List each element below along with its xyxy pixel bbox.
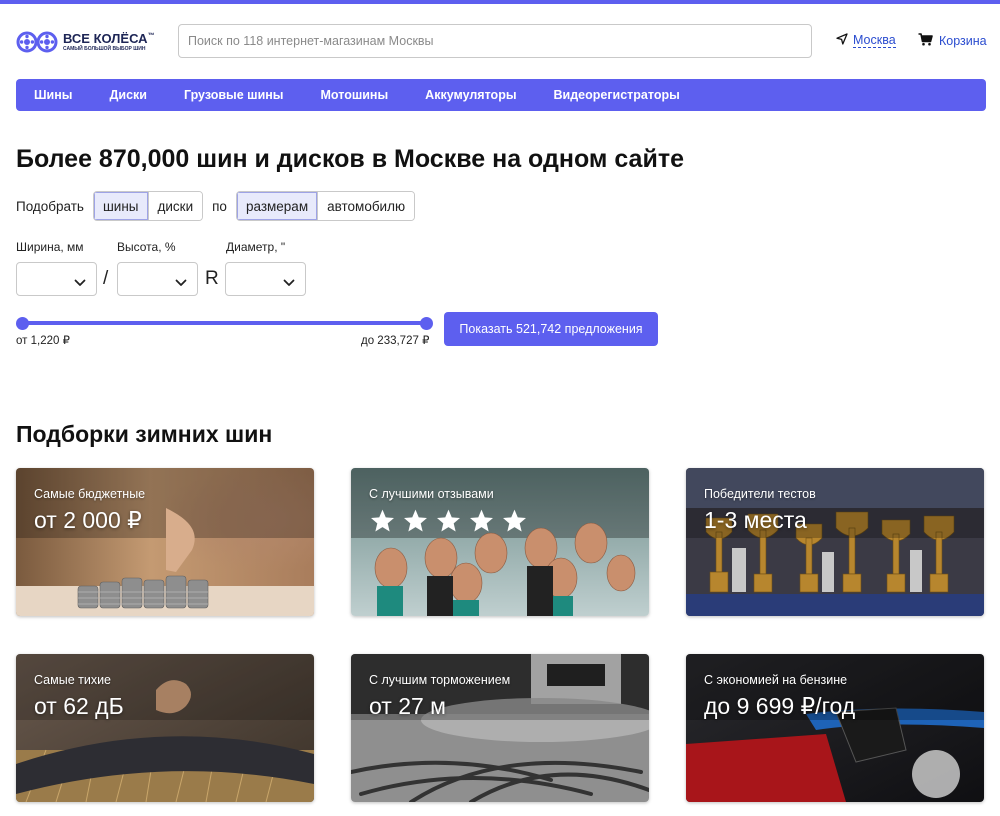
card-label: С лучшим торможением bbox=[369, 673, 511, 687]
nav-item-wheels[interactable]: Диски bbox=[109, 88, 146, 102]
toggle-wheels[interactable]: диски bbox=[147, 192, 203, 220]
star-icon bbox=[437, 509, 460, 532]
city-label: Москва bbox=[853, 33, 896, 48]
nav-item-tires[interactable]: Шины bbox=[34, 88, 72, 102]
top-accent-line bbox=[0, 0, 1000, 4]
nav-item-dashcams[interactable]: Видеорегистраторы bbox=[554, 88, 680, 102]
picker-row: Подобрать шины диски по размерам автомоб… bbox=[16, 191, 416, 221]
price-slider-max-handle[interactable] bbox=[419, 317, 433, 330]
width-select[interactable] bbox=[16, 262, 97, 296]
card-label: С лучшими отзывами bbox=[369, 487, 494, 501]
star-icon bbox=[470, 509, 493, 532]
by-label: по bbox=[212, 198, 227, 214]
price-to: до 233,727 ₽ bbox=[361, 335, 430, 347]
logo-title: ВСЕ КОЛЁСА™ bbox=[63, 31, 155, 46]
price-slider-min-handle[interactable] bbox=[15, 317, 29, 330]
nav-item-moto-tires[interactable]: Мотошины bbox=[321, 88, 389, 102]
wheels-logo-icon bbox=[16, 30, 60, 54]
collection-card-budget[interactable]: Самые бюджетные от 2 000 ₽ bbox=[16, 468, 314, 616]
pick-mode-toggle: размерам автомобилю bbox=[235, 191, 416, 221]
collection-card-reviews[interactable]: С лучшими отзывами bbox=[351, 468, 649, 616]
width-label: Ширина, мм bbox=[16, 240, 84, 254]
star-icon bbox=[404, 509, 427, 532]
cart-icon bbox=[918, 33, 933, 49]
city-selector[interactable]: Москва bbox=[836, 33, 896, 48]
card-label: С экономией на бензине bbox=[704, 673, 848, 687]
price-from: от 1,220 ₽ bbox=[16, 335, 70, 347]
card-label: Самые тихие bbox=[34, 673, 112, 687]
toggle-by-car[interactable]: автомобилю bbox=[317, 192, 415, 220]
star-icon bbox=[503, 509, 526, 532]
main-nav: Шины Диски Грузовые шины Мотошины Аккуму… bbox=[16, 79, 986, 111]
chevron-down-icon bbox=[74, 274, 86, 292]
r-separator: R bbox=[205, 268, 219, 289]
toggle-by-size[interactable]: размерам bbox=[236, 192, 318, 220]
site-logo[interactable]: ВСЕ КОЛЁСА™ САМЫЙ БОЛЬШОЙ ВЫБОР ШИН bbox=[16, 28, 166, 56]
cart-link[interactable]: Корзина bbox=[918, 33, 987, 49]
card-value: 1-3 места bbox=[704, 507, 807, 533]
page-title: Более 870,000 шин и дисков в Москве на о… bbox=[16, 145, 684, 173]
logo-subtitle: САМЫЙ БОЛЬШОЙ ВЫБОР ШИН bbox=[63, 46, 146, 52]
card-value: от 2 000 ₽ bbox=[34, 507, 142, 533]
search-input[interactable] bbox=[178, 24, 812, 58]
chevron-down-icon bbox=[283, 274, 295, 292]
price-slider-track[interactable] bbox=[22, 321, 426, 325]
pick-label: Подобрать bbox=[16, 198, 84, 214]
card-value: от 62 дБ bbox=[34, 693, 124, 719]
collection-card-fuel-economy[interactable]: С экономией на бензине до 9 699 ₽/год bbox=[686, 654, 984, 802]
location-arrow-icon bbox=[836, 33, 848, 48]
rating-stars bbox=[369, 508, 534, 534]
product-type-toggle: шины диски bbox=[92, 191, 204, 221]
height-label: Высота, % bbox=[117, 240, 176, 254]
card-value: от 27 м bbox=[369, 693, 446, 719]
nav-item-truck-tires[interactable]: Грузовые шины bbox=[184, 88, 284, 102]
card-value: до 9 699 ₽/год bbox=[704, 693, 856, 719]
collection-card-test-winners[interactable]: Победители тестов 1-3 места bbox=[686, 468, 984, 616]
height-select[interactable] bbox=[117, 262, 198, 296]
cart-label: Корзина bbox=[939, 34, 987, 48]
card-label: Победители тестов bbox=[704, 487, 816, 501]
nav-item-batteries[interactable]: Аккумуляторы bbox=[425, 88, 516, 102]
chevron-down-icon bbox=[175, 274, 187, 292]
diameter-label: Диаметр, " bbox=[226, 240, 286, 254]
collections-title: Подборки зимних шин bbox=[16, 421, 273, 447]
collection-card-braking[interactable]: С лучшим торможением от 27 м bbox=[351, 654, 649, 802]
slash-separator: / bbox=[103, 268, 109, 289]
diameter-select[interactable] bbox=[225, 262, 306, 296]
collection-card-quietest[interactable]: Самые тихие от 62 дБ bbox=[16, 654, 314, 802]
star-icon bbox=[371, 509, 394, 532]
toggle-tires[interactable]: шины bbox=[93, 192, 148, 220]
show-offers-button[interactable]: Показать 521,742 предложения bbox=[444, 312, 658, 346]
card-label: Самые бюджетные bbox=[34, 487, 146, 501]
